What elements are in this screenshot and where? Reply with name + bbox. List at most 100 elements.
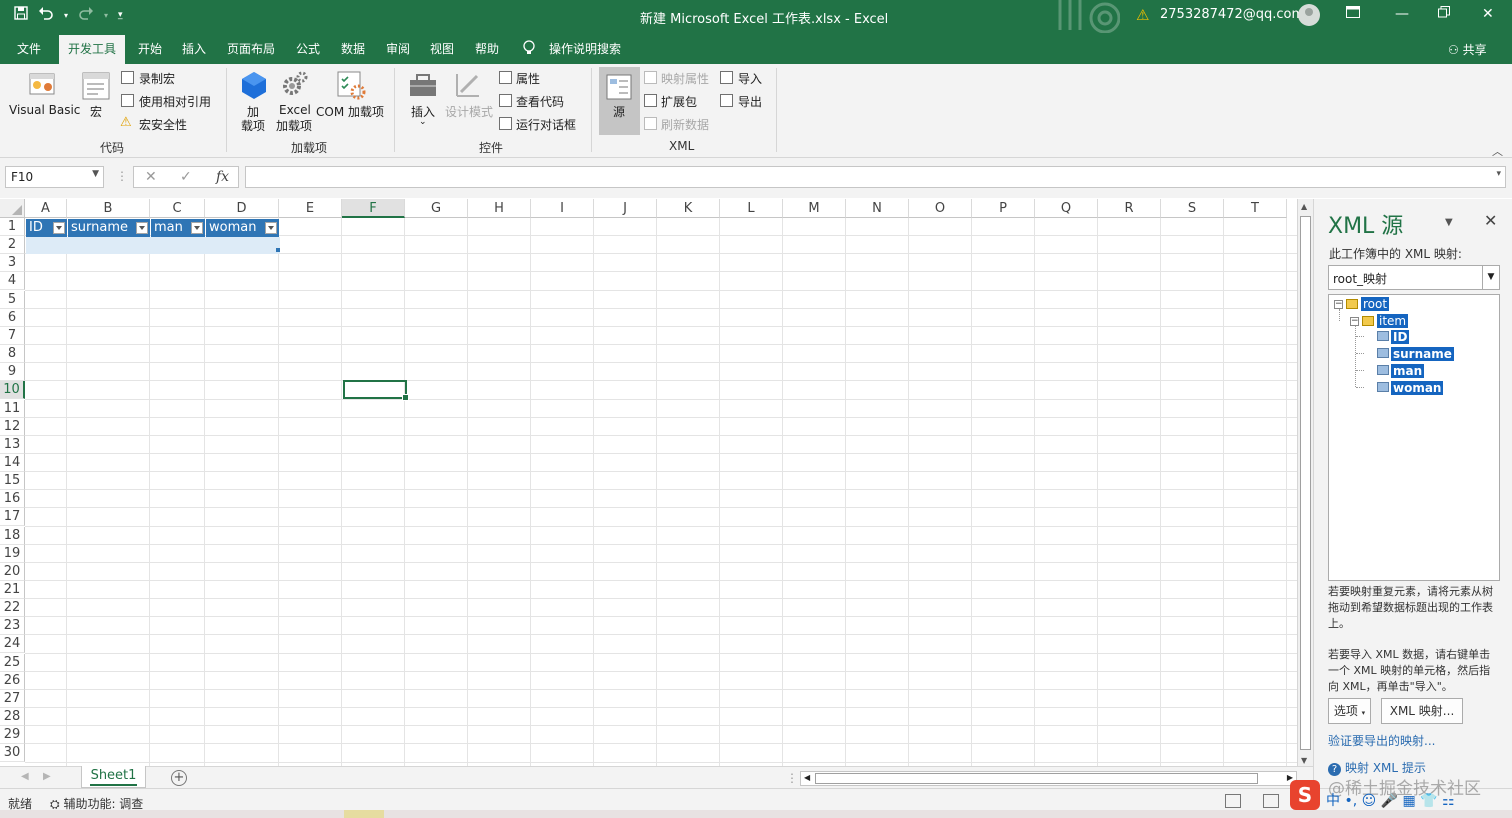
resize-handle-icon[interactable]: ⋮: [116, 169, 128, 183]
row-header-17[interactable]: 17: [0, 508, 25, 527]
tab-home[interactable]: 开始: [138, 40, 162, 57]
table-header-cell[interactable]: ID: [26, 219, 67, 237]
redo-dropdown-icon[interactable]: ▾: [104, 11, 108, 20]
tab-review[interactable]: 审阅: [386, 40, 410, 57]
row-header-19[interactable]: 19: [0, 544, 25, 563]
table-insert-row[interactable]: [26, 237, 280, 254]
row-header-27[interactable]: 27: [0, 689, 25, 708]
tab-developer[interactable]: 开发工具: [59, 35, 126, 64]
excel-addins-label-line2[interactable]: 加载项: [276, 117, 312, 134]
column-header-h[interactable]: H: [468, 199, 531, 218]
sogou-ime-icon[interactable]: S: [1290, 780, 1320, 810]
column-header-k[interactable]: K: [657, 199, 720, 218]
lightbulb-icon[interactable]: [522, 40, 536, 59]
macros-button[interactable]: 宏: [90, 103, 102, 120]
cancel-icon[interactable]: ✕: [145, 169, 157, 185]
collapse-toggle-icon[interactable]: −: [1350, 317, 1359, 326]
excel-addins-label-line1[interactable]: Excel: [279, 103, 311, 117]
tree-node-surname[interactable]: surname: [1391, 346, 1454, 362]
avatar[interactable]: [1298, 4, 1320, 26]
name-box[interactable]: F10 ▼: [5, 166, 104, 188]
sheet-tab[interactable]: Sheet1: [81, 766, 146, 788]
column-header-p[interactable]: P: [972, 199, 1035, 218]
tab-insert[interactable]: 插入: [182, 40, 206, 57]
row-header-20[interactable]: 20: [0, 562, 25, 581]
undo-dropdown-icon[interactable]: ▾: [64, 11, 68, 20]
run-dialog-button[interactable]: 运行对话框: [516, 116, 576, 133]
filter-dropdown-icon[interactable]: [265, 222, 277, 234]
row-header-18[interactable]: 18: [0, 526, 25, 545]
row-header-24[interactable]: 24: [0, 635, 25, 654]
tree-node-man[interactable]: man: [1391, 363, 1425, 379]
ime-toolbar[interactable]: 中 •, ☺ 🎤 ▦ 👕 ⚏: [1326, 790, 1455, 810]
row-header-5[interactable]: 5: [0, 290, 25, 309]
vertical-scroll-thumb[interactable]: [1300, 216, 1311, 750]
row-header-11[interactable]: 11: [0, 399, 25, 418]
properties-button[interactable]: 属性: [516, 70, 540, 87]
close-icon[interactable]: ✕: [1482, 6, 1494, 22]
column-header-g[interactable]: G: [405, 199, 468, 218]
visual-basic-icon[interactable]: [28, 70, 58, 101]
enter-icon[interactable]: ✓: [180, 169, 192, 185]
xml-map-select[interactable]: root_映射 ▼: [1328, 265, 1500, 290]
excel-addins-gear-icon[interactable]: [281, 70, 309, 103]
worksheet-grid[interactable]: A B C D E F G H I J K L M N O P Q R S T 1 2 3 4 5 6 7 8 9 10 11 12 13 14 1…: [0, 199, 1297, 766]
normal-view-icon[interactable]: [1225, 794, 1241, 808]
tell-me-search[interactable]: 操作说明搜索: [549, 40, 621, 57]
tab-page-layout[interactable]: 页面布局: [227, 40, 275, 57]
filter-dropdown-icon[interactable]: [191, 222, 203, 234]
horizontal-scrollbar[interactable]: ◀ ▶: [800, 771, 1297, 786]
column-header-d[interactable]: D: [205, 199, 279, 218]
column-header-r[interactable]: R: [1098, 199, 1161, 218]
close-pane-icon[interactable]: ✕: [1484, 211, 1497, 230]
row-header-26[interactable]: 26: [0, 671, 25, 690]
collapse-toggle-icon[interactable]: −: [1334, 300, 1343, 309]
row-header-1[interactable]: 1: [0, 218, 25, 236]
row-header-3[interactable]: 3: [0, 254, 25, 273]
refresh-data-button[interactable]: 刷新数据: [661, 116, 709, 133]
vertical-scrollbar[interactable]: ▲ ▼: [1297, 199, 1313, 768]
com-addins-button[interactable]: COM 加载项: [316, 103, 384, 120]
addins-label-line2[interactable]: 载项: [241, 117, 265, 134]
row-header-6[interactable]: 6: [0, 308, 25, 327]
column-header-q[interactable]: Q: [1035, 199, 1098, 218]
macros-icon[interactable]: [82, 72, 110, 103]
column-header-s[interactable]: S: [1161, 199, 1224, 218]
toolbox-icon[interactable]: [408, 70, 438, 103]
column-header-o[interactable]: O: [909, 199, 972, 218]
scroll-left-icon[interactable]: ◀: [804, 773, 810, 782]
export-button[interactable]: 导出: [738, 93, 762, 110]
macro-security-button[interactable]: 宏安全性: [139, 116, 187, 133]
share-button[interactable]: ⚇ 共享: [1448, 41, 1487, 58]
next-sheet-icon[interactable]: ▶: [43, 771, 51, 782]
row-header-28[interactable]: 28: [0, 708, 25, 727]
xml-source-button[interactable]: 源: [599, 67, 640, 135]
user-account[interactable]: 2753287472@qq.com: [1160, 7, 1304, 22]
tab-formulas[interactable]: 公式: [296, 40, 320, 57]
row-header-4[interactable]: 4: [0, 272, 25, 291]
tree-node-id[interactable]: ID: [1391, 329, 1410, 345]
select-all-button[interactable]: [0, 199, 25, 218]
row-header-16[interactable]: 16: [0, 490, 25, 509]
relative-reference-button[interactable]: 使用相对引用: [139, 93, 211, 110]
warning-icon[interactable]: ⚠: [1136, 6, 1149, 24]
redo-icon[interactable]: [78, 6, 94, 24]
row-header-9[interactable]: 9: [0, 363, 25, 382]
verify-map-link[interactable]: 验证要导出的映射...: [1328, 732, 1435, 749]
minimize-icon[interactable]: —: [1395, 6, 1409, 22]
column-header-c[interactable]: C: [150, 199, 205, 218]
column-header-m[interactable]: M: [783, 199, 846, 218]
undo-icon[interactable]: [38, 6, 54, 24]
ribbon-display-options-icon[interactable]: [1346, 6, 1360, 22]
xml-element-tree[interactable]: − root − item ID surname man woman: [1328, 294, 1500, 581]
record-macro-button[interactable]: 录制宏: [139, 70, 175, 87]
column-header-j[interactable]: J: [594, 199, 657, 218]
xml-maps-button[interactable]: XML 映射...: [1381, 698, 1463, 724]
restore-icon[interactable]: [1438, 6, 1450, 22]
column-header-f[interactable]: F: [342, 199, 405, 218]
previous-sheet-icon[interactable]: ◀: [21, 771, 29, 782]
row-header-25[interactable]: 25: [0, 653, 25, 672]
column-header-l[interactable]: L: [720, 199, 783, 218]
column-header-i[interactable]: I: [531, 199, 594, 218]
visual-basic-button[interactable]: Visual Basic: [9, 103, 80, 117]
